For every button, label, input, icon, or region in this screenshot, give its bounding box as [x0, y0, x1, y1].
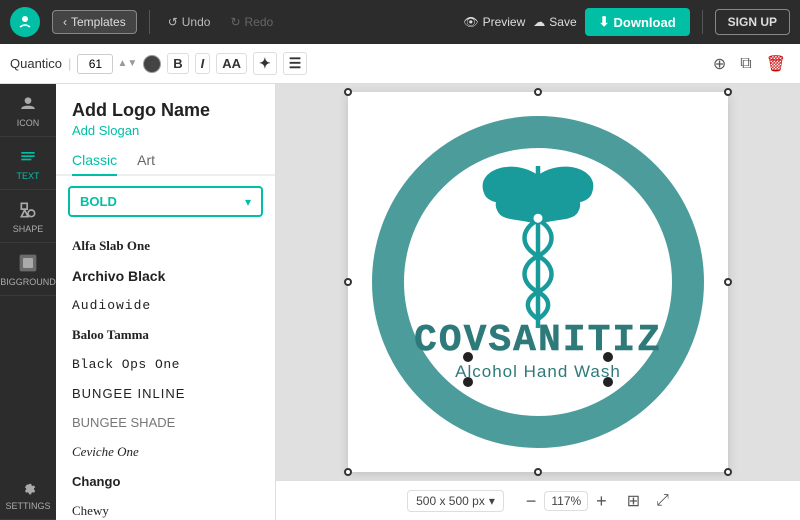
download-icon: ⬇	[599, 14, 610, 30]
caps-button[interactable]: AA	[216, 53, 247, 74]
templates-button[interactable]: ‹ Templates	[52, 10, 137, 34]
tab-classic[interactable]: Classic	[72, 152, 117, 176]
font-selector[interactable]: Quantico | ▲▼	[10, 54, 137, 74]
duplicate-button[interactable]: ⧉	[736, 53, 755, 75]
zoom-out-button[interactable]: −	[522, 492, 541, 510]
selection-handle-mr[interactable]	[724, 278, 732, 286]
chevron-down-icon: ▾	[489, 494, 495, 508]
font-tabs: Classic Art	[56, 142, 275, 176]
redo-icon: ↻	[230, 15, 240, 29]
canvas-area: COVSANITIZ Alcohol Hand Wash 500 x 500 p…	[276, 84, 800, 520]
sidebar-item-shape[interactable]: SHAPE	[0, 190, 56, 243]
spacing-button[interactable]: ☰	[283, 52, 308, 75]
selection-handle-br[interactable]	[724, 468, 732, 476]
effects-button[interactable]: ✦	[253, 52, 277, 75]
selection-handle-bm[interactable]	[534, 468, 542, 476]
fit-button[interactable]: ⤢	[656, 492, 669, 510]
font-item-ceviche[interactable]: Ceviche One	[56, 437, 275, 467]
size-selector[interactable]: 500 x 500 px ▾	[407, 490, 504, 512]
download-button[interactable]: ⬇ Download	[585, 8, 690, 36]
undo-icon: ↺	[168, 15, 178, 29]
font-item-audiowide[interactable]: Audiowide	[56, 291, 275, 320]
canvas-wrapper: COVSANITIZ Alcohol Hand Wash	[276, 84, 800, 480]
slogan-label[interactable]: Add Slogan	[72, 123, 259, 138]
font-item-blackops[interactable]: Black Ops One	[56, 350, 275, 379]
chevron-left-icon: ‹	[63, 15, 67, 29]
font-panel: Add Logo Name Add Slogan Classic Art BOL…	[56, 84, 276, 520]
selection-handle-tm[interactable]	[534, 88, 542, 96]
font-item-chewy[interactable]: Chewy	[56, 496, 275, 520]
cloud-icon: ☁	[533, 15, 545, 29]
toolbar-divider-2	[702, 10, 703, 34]
svg-text:Alcohol Hand Wash: Alcohol Hand Wash	[455, 362, 621, 381]
redo-button[interactable]: ↻ Redo	[224, 11, 279, 33]
zoom-level-label: 117%	[544, 491, 588, 511]
bold-button[interactable]: B	[167, 53, 188, 74]
grid-view-button[interactable]: ⊞	[627, 491, 640, 511]
canvas-bottom-bar: 500 x 500 px ▾ − 117% + ⊞ ⤢	[276, 480, 800, 520]
logo-name-title: Add Logo Name	[72, 100, 259, 121]
eye-icon: 👁	[463, 15, 478, 29]
font-item-bungeeshade[interactable]: BUNGEE SHADE	[56, 408, 275, 437]
font-item-bungee[interactable]: BUNGEE INLINE	[56, 379, 275, 408]
font-item-alfa[interactable]: Alfa Slab One	[56, 231, 275, 261]
sidebar-item-text[interactable]: TEXT	[0, 137, 56, 190]
sidebar-item-background[interactable]: BIGGROUND	[0, 243, 56, 296]
selection-handle-bl[interactable]	[344, 468, 352, 476]
delete-button[interactable]: 🗑	[762, 52, 790, 76]
chevron-down-icon: ▾	[245, 195, 251, 209]
logo-canvas[interactable]: COVSANITIZ Alcohol Hand Wash	[348, 92, 728, 472]
canvas-size-label: 500 x 500 px	[416, 494, 485, 508]
top-toolbar: ‹ Templates ↺ Undo ↻ Redo 👁 Preview ☁ Sa…	[0, 0, 800, 44]
preview-button[interactable]: 👁 Preview	[463, 15, 525, 29]
zoom-in-button[interactable]: +	[592, 492, 611, 510]
signup-button[interactable]: SIGN UP	[715, 9, 790, 35]
selection-handle-tr[interactable]	[724, 88, 732, 96]
font-name-label: Quantico	[10, 56, 62, 71]
font-item-archivo[interactable]: Archivo Black	[56, 261, 275, 291]
selection-handle-ml[interactable]	[344, 278, 352, 286]
save-button[interactable]: ☁ Save	[533, 15, 576, 29]
selection-handle-tl[interactable]	[344, 88, 352, 96]
font-size-arrows: ▲▼	[117, 58, 137, 69]
layers-button[interactable]: ⊕	[709, 52, 730, 76]
tab-art[interactable]: Art	[137, 152, 155, 176]
font-item-baloo[interactable]: Baloo Tamma	[56, 320, 275, 350]
font-size-divider: |	[68, 56, 71, 71]
font-style-dropdown[interactable]: BOLD ▾	[68, 186, 263, 217]
secondary-toolbar: Quantico | ▲▼ B I AA ✦ ☰ ⊕ ⧉ 🗑	[0, 44, 800, 84]
font-size-input[interactable]	[77, 54, 113, 74]
undo-button[interactable]: ↺ Undo	[162, 11, 217, 33]
toolbar-divider	[149, 10, 150, 34]
font-style-label: BOLD	[80, 194, 117, 209]
app-logo[interactable]	[10, 7, 40, 37]
sidebar-item-icon[interactable]: ICON	[0, 84, 56, 137]
font-list: Alfa Slab OneArchivo BlackAudiowideBaloo…	[56, 227, 275, 520]
sidebar-item-settings[interactable]: SETTINGS	[0, 467, 56, 520]
color-picker[interactable]	[143, 55, 161, 73]
logo-svg-container: COVSANITIZ Alcohol Hand Wash	[348, 92, 728, 472]
font-item-chango[interactable]: Chango	[56, 467, 275, 496]
svg-text:COVSANITIZ: COVSANITIZ	[414, 319, 662, 362]
icon-sidebar: ICON TEXT SHAPE BIGGROUND SETTINGS	[0, 84, 56, 520]
main-area: ICON TEXT SHAPE BIGGROUND SETTINGS Add L…	[0, 84, 800, 520]
font-panel-header: Add Logo Name Add Slogan	[56, 84, 275, 142]
zoom-controls: − 117% +	[522, 491, 611, 511]
italic-button[interactable]: I	[195, 53, 211, 74]
